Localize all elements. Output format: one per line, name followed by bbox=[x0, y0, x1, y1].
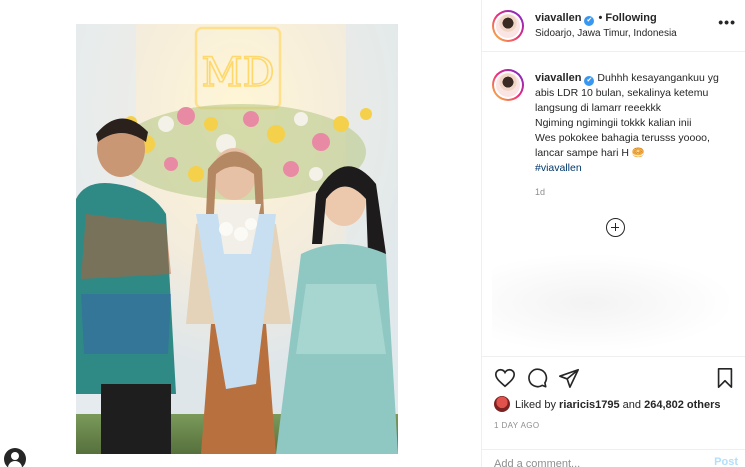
author-username-row: viavallen ✔ • Following bbox=[535, 12, 657, 26]
post-actions: Liked by riaricis1795 and 264,802 others… bbox=[482, 356, 745, 467]
bookmark-icon[interactable] bbox=[714, 367, 736, 389]
caption-author-avatar[interactable] bbox=[492, 69, 524, 101]
engagement-photo: MD bbox=[76, 24, 398, 454]
liker-avatar[interactable] bbox=[494, 396, 510, 412]
caption-username-link[interactable]: viavallen bbox=[535, 72, 581, 84]
neon-sign-text: MD bbox=[201, 50, 274, 96]
comment-input[interactable] bbox=[494, 456, 694, 467]
liked-by-prefix: Liked by bbox=[515, 399, 556, 411]
verified-badge-icon: ✔ bbox=[584, 16, 595, 26]
load-more-comments-icon[interactable] bbox=[606, 218, 625, 237]
post-photo[interactable]: MD bbox=[76, 24, 398, 454]
hashtag-link[interactable]: #viavallen bbox=[535, 161, 735, 176]
caption: viavallen ✔ Duhhh kesayangankuu yg abis L… bbox=[535, 71, 735, 176]
liked-by-joiner: and bbox=[622, 399, 642, 411]
likes-count-link[interactable]: 264,802 others bbox=[644, 399, 720, 411]
caption-verified-badge-icon: ✔ bbox=[584, 76, 595, 86]
author-username-link[interactable]: viavallen bbox=[535, 12, 581, 24]
liked-by-row: Liked by riaricis1795 and 264,802 others bbox=[494, 396, 721, 412]
following-button[interactable]: Following bbox=[605, 12, 656, 24]
comment-bar: Post bbox=[482, 449, 745, 467]
blurred-comments bbox=[492, 253, 736, 353]
caption-age: 1d bbox=[535, 187, 546, 197]
location-link[interactable]: Sidoarjo, Jawa Timur, Indonesia bbox=[535, 28, 677, 39]
liker-username-link[interactable]: riaricis1795 bbox=[559, 399, 620, 411]
post-timestamp[interactable]: 1 DAY AGO bbox=[494, 421, 540, 430]
post-header: viavallen ✔ • Following Sidoarjo, Jawa Timu… bbox=[482, 0, 745, 52]
comments-section: viavallen ✔ Duhhh kesayangankuu yg abis L… bbox=[482, 53, 745, 355]
caption-text: Duhhh kesayangankuu yg abis LDR 10 bulan… bbox=[535, 72, 719, 159]
heart-icon[interactable] bbox=[494, 367, 516, 389]
dot-separator: • bbox=[598, 12, 603, 24]
post-media-pane: MD bbox=[0, 0, 480, 467]
comment-icon[interactable] bbox=[526, 367, 548, 389]
profile-avatar-icon[interactable] bbox=[4, 448, 26, 467]
post-comment-button[interactable]: Post bbox=[714, 456, 738, 467]
share-icon[interactable] bbox=[558, 367, 580, 389]
post-detail-pane: viavallen ✔ • Following Sidoarjo, Jawa Timu… bbox=[481, 0, 745, 467]
more-options-icon[interactable]: ••• bbox=[718, 14, 736, 30]
author-avatar[interactable] bbox=[492, 10, 524, 42]
